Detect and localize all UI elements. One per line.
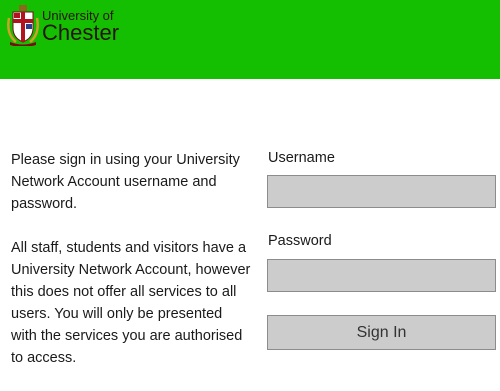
crest-icon	[7, 5, 39, 46]
logo-text-chester: Chester	[42, 20, 120, 45]
header-bar: University of Chester	[0, 0, 500, 79]
password-input[interactable]	[267, 259, 496, 292]
password-label: Password	[268, 233, 332, 249]
intro-paragraph-account: All staff, students and visitors have a …	[11, 240, 251, 366]
university-logo[interactable]: University of Chester	[6, 4, 136, 48]
username-input[interactable]	[267, 175, 496, 208]
intro-paragraph-signin: Please sign in using your University Net…	[11, 152, 240, 212]
intro-text: Please sign in using your University Net…	[11, 149, 251, 391]
sign-in-button[interactable]: Sign In	[267, 315, 496, 350]
username-label: Username	[268, 150, 335, 166]
